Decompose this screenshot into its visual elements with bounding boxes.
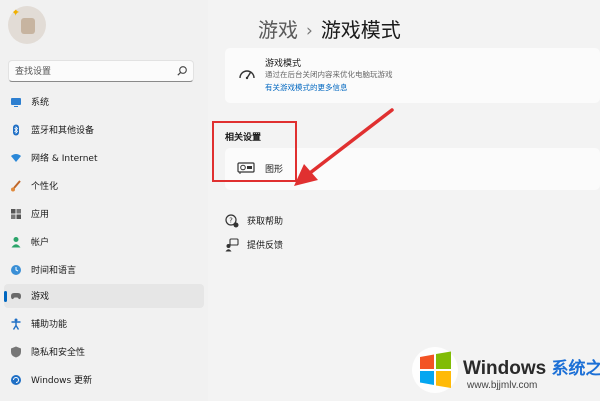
sidebar-item-personalization[interactable]: 个性化 <box>4 174 204 198</box>
search-icon[interactable] <box>176 65 188 77</box>
search-box[interactable] <box>8 60 194 83</box>
watermark-brand-en: Windows <box>463 358 547 379</box>
bluetooth-icon <box>13 124 19 136</box>
update-icon <box>11 375 21 385</box>
watermark-url: www.bjjmlv.com <box>467 380 538 391</box>
breadcrumb: 游戏 › 游戏模式 <box>258 14 401 43</box>
sidebar-item-label: 帐户 <box>31 238 50 248</box>
breadcrumb-separator: › <box>306 21 313 41</box>
brush-icon <box>11 180 21 192</box>
watermark-brand-cn: 系统之家 <box>551 359 600 378</box>
sidebar-item-label: 辅助功能 <box>31 320 68 330</box>
sidebar-item-label: 应用 <box>31 210 50 220</box>
main-content: 游戏 › 游戏模式 游戏模式 通过在后台关闭内容来优化电脑玩游戏 有关游戏模式的更多… <box>208 0 600 401</box>
feedback-link-label: 提供反馈 <box>247 241 284 251</box>
game-mode-learn-more-link[interactable]: 有关游戏模式的更多信息 <box>265 82 348 93</box>
monitor-icon <box>11 98 21 107</box>
svg-text:?: ? <box>229 217 233 225</box>
sidebar-item-label: 个性化 <box>31 182 59 192</box>
avatar[interactable]: ✦ <box>8 6 46 44</box>
page-title: 游戏模式 <box>320 18 401 42</box>
person-icon <box>11 237 21 248</box>
annotation-highlight-box <box>212 121 297 182</box>
sidebar-item-apps[interactable]: 应用 <box>4 202 204 226</box>
sidebar-item-gaming[interactable]: 游戏 <box>4 284 204 308</box>
sidebar-item-label: 系统 <box>31 98 50 108</box>
apps-icon <box>11 209 21 219</box>
sidebar-item-label: 蓝牙和其他设备 <box>31 126 95 136</box>
sidebar-item-system[interactable]: 系统 <box>4 90 204 114</box>
accessibility-icon <box>11 318 21 330</box>
selection-indicator <box>4 291 7 302</box>
game-mode-card: 游戏模式 通过在后台关闭内容来优化电脑玩游戏 有关游戏模式的更多信息 <box>225 48 600 103</box>
windows-logo-icon <box>412 347 458 393</box>
sidebar-item-accounts[interactable]: 帐户 <box>4 230 204 254</box>
sidebar-item-privacy[interactable]: 隐私和安全性 <box>4 340 204 364</box>
annotation-arrow-icon <box>294 108 394 186</box>
gauge-icon <box>239 70 255 80</box>
game-mode-title: 游戏模式 <box>265 59 302 69</box>
sidebar-item-label: 时间和语言 <box>31 266 77 276</box>
globe-clock-icon <box>11 265 21 275</box>
sidebar-item-accessibility[interactable]: 辅助功能 <box>4 312 204 336</box>
help-icon: ? <box>225 214 239 228</box>
gamepad-icon <box>11 293 21 300</box>
sidebar-item-label: 隐私和安全性 <box>31 348 86 358</box>
breadcrumb-parent[interactable]: 游戏 <box>258 18 298 42</box>
sidebar-item-time-language[interactable]: 时间和语言 <box>4 258 204 282</box>
sidebar-item-windows-update[interactable]: Windows 更新 <box>4 368 204 392</box>
wifi-icon <box>11 154 21 162</box>
shield-icon <box>11 346 21 358</box>
game-mode-description: 通过在后台关闭内容来优化电脑玩游戏 <box>265 70 393 79</box>
help-link-label: 获取帮助 <box>247 217 284 227</box>
sidebar-item-network[interactable]: 网络 & Internet <box>4 146 204 170</box>
feedback-icon <box>225 238 239 252</box>
sidebar-item-label: 游戏 <box>31 292 50 302</box>
watermark: Windows 系统之家 www.bjjmlv.com <box>405 346 600 401</box>
search-input[interactable] <box>9 61 177 83</box>
watermark-brand: Windows 系统之家 <box>463 354 600 380</box>
sidebar-item-bluetooth[interactable]: 蓝牙和其他设备 <box>4 118 204 142</box>
sidebar-item-label: 网络 & Internet <box>31 154 98 164</box>
sparkle-icon: ✦ <box>11 6 21 19</box>
sidebar: ✦ 系统 蓝牙和其他设备 网络 & Internet 个性化 应用 帐户 时间和… <box>0 0 208 401</box>
sidebar-item-label: Windows 更新 <box>31 376 93 386</box>
